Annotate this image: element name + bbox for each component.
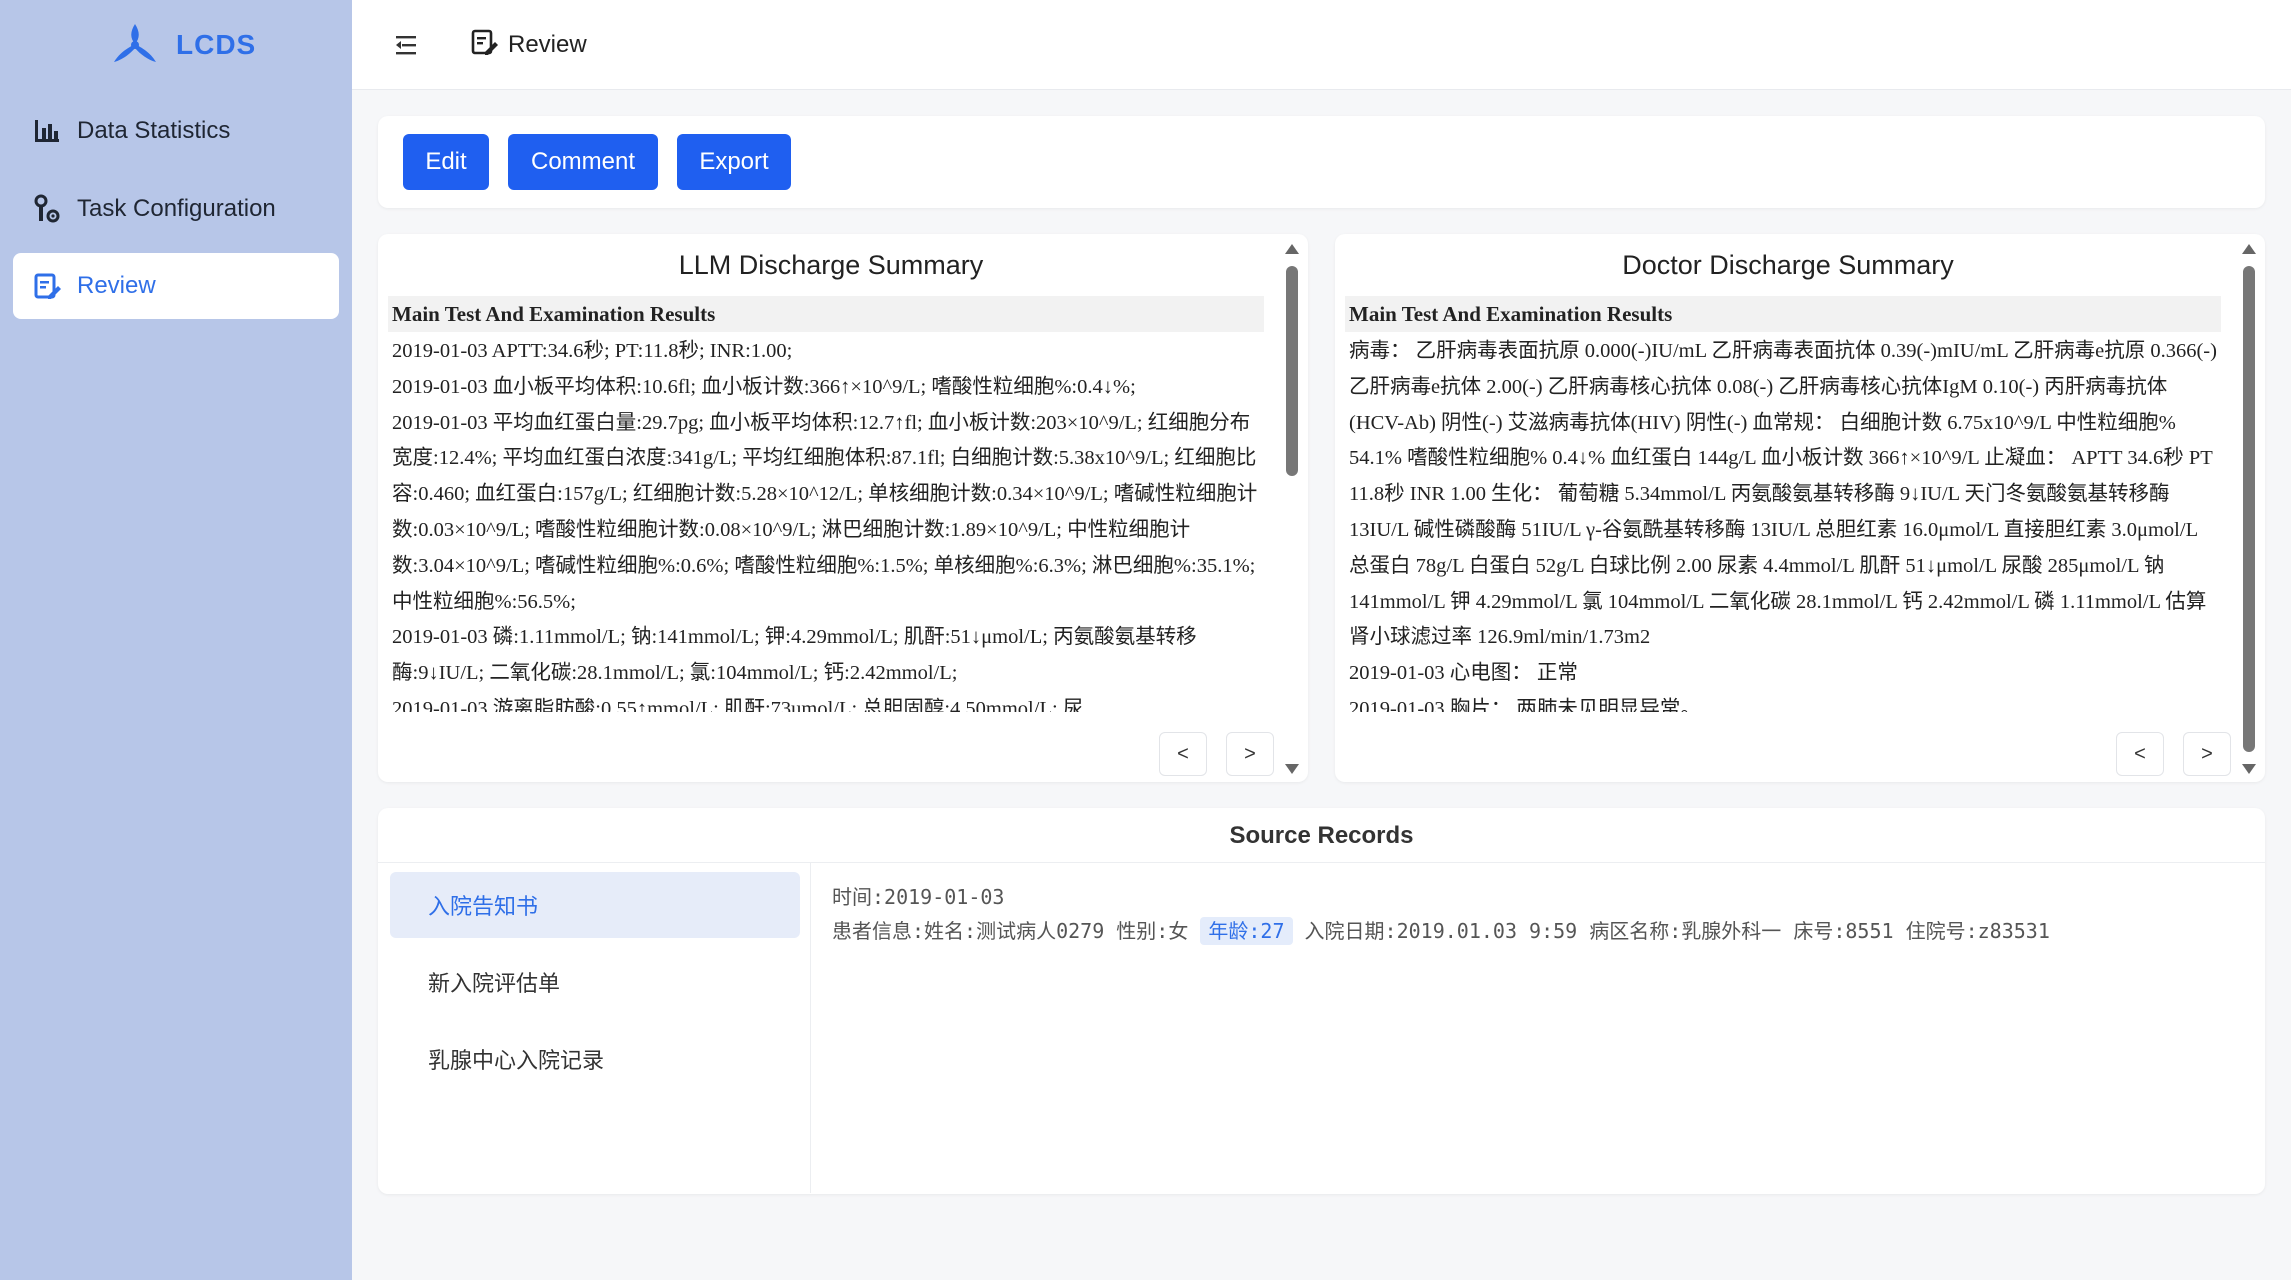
- scroll-thumb[interactable]: [1286, 266, 1298, 476]
- doctor-section-heading: Main Test And Examination Results: [1345, 296, 2221, 332]
- summary-line: 2019-01-03 平均血红蛋白量:29.7pg; 血小板平均体积:12.7↑…: [392, 411, 1258, 613]
- sidebar-item-task-configuration[interactable]: Task Configuration: [13, 176, 339, 242]
- bar-chart-icon: [31, 115, 63, 147]
- divider: [378, 862, 2265, 863]
- breadcrumb: Review: [470, 24, 587, 66]
- llm-summary-title: LLM Discharge Summary: [678, 250, 984, 280]
- scroll-down-icon[interactable]: [1285, 764, 1299, 774]
- record-tab-admission-notice[interactable]: 入院告知书: [390, 872, 800, 938]
- sidebar-item-data-statistics[interactable]: Data Statistics: [13, 98, 339, 164]
- lcds-logo-icon: [114, 24, 156, 62]
- source-records-title: Source Records: [1229, 822, 1414, 849]
- doctor-summary-panel: Doctor Discharge Summary Main Test And E…: [1335, 234, 2265, 782]
- app-logo[interactable]: LCDS: [108, 18, 256, 72]
- summary-line: 2019-01-03 游离脂肪酸:0.55↑mmol/L; 肌酐:73umol/…: [392, 697, 1084, 712]
- breadcrumb-current[interactable]: Review: [508, 31, 587, 59]
- summary-line: 2019-01-03 胸片： 两肺未见明显异常。: [1349, 697, 1701, 712]
- summary-line: 2019-01-03 APTT:34.6秒; PT:11.8秒; INR:1.0…: [392, 340, 793, 362]
- record-patient-info: 患者信息:姓名:测试病人0279 性别:女 年龄:27 入院日期:2019.01…: [832, 914, 2050, 948]
- doctor-summary-text[interactable]: 病毒： 乙肝病毒表面抗原 0.000(-)IU/mL 乙肝病毒表面抗体 0.39…: [1345, 334, 2221, 712]
- collapse-menu-icon[interactable]: [392, 30, 422, 60]
- highlighted-age[interactable]: 年龄:27: [1200, 917, 1293, 945]
- app-name: LCDS: [176, 29, 257, 60]
- llm-section-heading: Main Test And Examination Results: [388, 296, 1264, 332]
- record-tab-breast-center-admission[interactable]: 乳腺中心入院记录: [390, 1026, 800, 1092]
- sidebar-item-label: Data Statistics: [77, 117, 231, 144]
- scroll-up-icon[interactable]: [2242, 244, 2256, 254]
- sidebar-item-label: Review: [77, 272, 156, 299]
- doctor-prev-button[interactable]: <: [2116, 732, 2164, 776]
- source-records-panel: Source Records 入院告知书 新入院评估单 乳腺中心入院记录 时间:…: [378, 808, 2265, 1194]
- export-button[interactable]: Export: [677, 134, 791, 190]
- record-time: 时间:2019-01-03: [832, 885, 1005, 909]
- patient-info-prefix: 患者信息:姓名:测试病人0279 性别:女: [832, 919, 1189, 943]
- comment-button[interactable]: Comment: [508, 134, 658, 190]
- edit-button[interactable]: Edit: [403, 134, 489, 190]
- scroll-up-icon[interactable]: [1285, 244, 1299, 254]
- settings-tools-icon: [31, 193, 63, 225]
- sidebar-item-label: Task Configuration: [77, 195, 276, 222]
- doctor-scrollbar[interactable]: [2241, 244, 2257, 774]
- llm-prev-button[interactable]: <: [1159, 732, 1207, 776]
- llm-summary-text[interactable]: 2019-01-03 APTT:34.6秒; PT:11.8秒; INR:1.0…: [388, 334, 1264, 712]
- divider: [810, 863, 811, 1193]
- doctor-next-button[interactable]: >: [2183, 732, 2231, 776]
- scroll-down-icon[interactable]: [2242, 764, 2256, 774]
- top-bar: Review: [352, 0, 2291, 90]
- llm-next-button[interactable]: >: [1226, 732, 1274, 776]
- summary-line: 2019-01-03 血小板平均体积:10.6fl; 血小板计数:366↑×10…: [392, 375, 1136, 398]
- llm-summary-panel: LLM Discharge Summary Main Test And Exam…: [378, 234, 1308, 782]
- sidebar-item-review[interactable]: Review: [13, 253, 339, 319]
- action-toolbar: Edit Comment Export: [378, 116, 2265, 208]
- doctor-summary-title: Doctor Discharge Summary: [1622, 250, 1954, 280]
- review-edit-icon: [470, 28, 498, 63]
- review-edit-icon: [31, 270, 63, 302]
- record-tab-new-admission-assessment[interactable]: 新入院评估单: [390, 949, 800, 1015]
- patient-info-suffix: 入院日期:2019.01.03 9:59 病区名称:乳腺外科一 床号:8551 …: [1304, 919, 2050, 943]
- summary-line: 病毒： 乙肝病毒表面抗原 0.000(-)IU/mL 乙肝病毒表面抗体 0.39…: [1349, 340, 2217, 649]
- summary-line: 2019-01-03 心电图： 正常: [1349, 662, 1578, 685]
- sidebar: LCDS Data Statistics Task Configuration …: [0, 0, 352, 1280]
- scroll-thumb[interactable]: [2243, 266, 2255, 752]
- summary-line: 2019-01-03 磷:1.11mmol/L; 钠:141mmol/L; 钾:…: [392, 626, 1197, 685]
- llm-scrollbar[interactable]: [1284, 244, 1300, 774]
- record-content: 时间:2019-01-03 患者信息:姓名:测试病人0279 性别:女 年龄:2…: [832, 880, 2050, 948]
